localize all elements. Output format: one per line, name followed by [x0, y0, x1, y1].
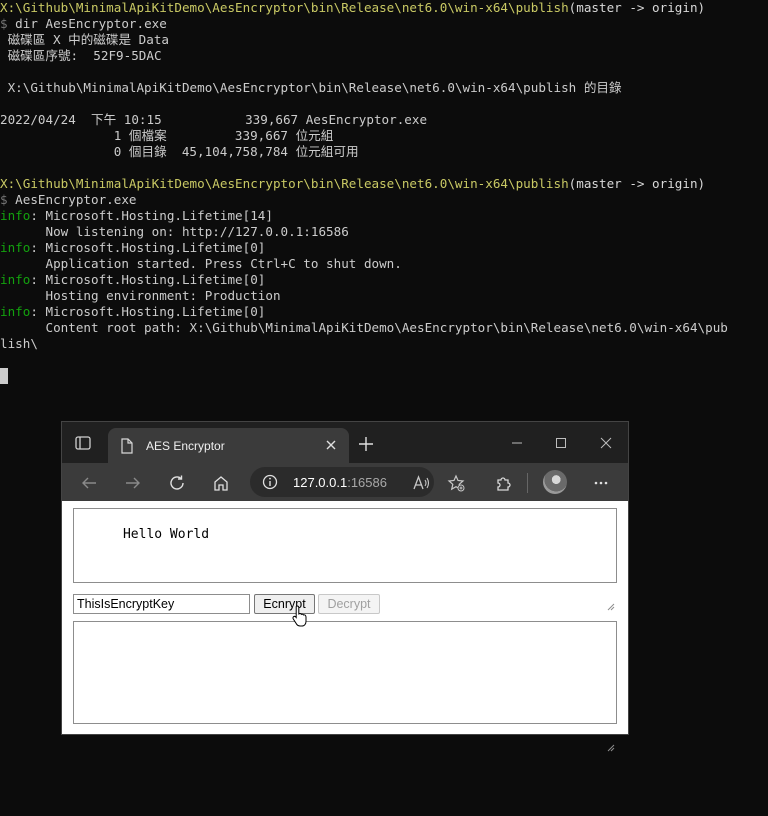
log-level: info — [0, 208, 31, 223]
output-textarea[interactable] — [73, 621, 617, 752]
key-input[interactable]: ThisIsEncryptKey — [73, 594, 250, 614]
address-bar[interactable]: 127.0.0.1:16586 — [250, 467, 434, 497]
terminal-path: X:\Github\MinimalApiKitDemo\AesEncryptor… — [0, 176, 569, 191]
back-icon[interactable] — [80, 474, 98, 492]
maximize-icon[interactable] — [554, 436, 568, 450]
toolbar-separator — [527, 473, 528, 493]
terminal-path: X:\Github\MinimalApiKitDemo\AesEncryptor… — [0, 0, 569, 15]
window-close-icon[interactable] — [599, 436, 613, 450]
address-port: :16586 — [347, 475, 387, 490]
log-line: Hosting environment: Production — [0, 288, 281, 303]
resize-grip-icon[interactable] — [607, 714, 615, 752]
decrypt-button[interactable]: Decrypt — [318, 594, 380, 614]
command: dir AesEncryptor.exe — [7, 16, 167, 31]
log-level: info — [0, 304, 31, 319]
log-line: : Microsoft.Hosting.Lifetime[0] — [30, 304, 266, 319]
forward-icon[interactable] — [124, 474, 142, 492]
output-line: X:\Github\MinimalApiKitDemo\AesEncryptor… — [0, 80, 622, 95]
output-line: 1 個檔案 339,667 位元組 — [0, 128, 334, 143]
log-line: lish\ — [0, 336, 38, 351]
prompt-symbol: $ — [0, 16, 8, 31]
address-host: 127.0.0.1 — [293, 475, 348, 490]
more-icon[interactable] — [592, 474, 610, 492]
mouse-pointer-icon — [292, 605, 308, 627]
resize-grip-icon[interactable] — [607, 573, 615, 611]
log-line: : Microsoft.Hosting.Lifetime[14] — [30, 208, 273, 223]
log-level: info — [0, 240, 31, 255]
tab-title: AES Encryptor — [146, 439, 225, 453]
read-aloud-icon[interactable] — [412, 474, 430, 492]
navigation-bar: 127.0.0.1:16586 — [62, 463, 628, 501]
prompt-symbol: $ — [0, 192, 8, 207]
page-icon — [120, 438, 134, 454]
browser-window: AES Encryptor 127.0.0.1:16586 Hello Worl… — [61, 421, 629, 752]
log-level: info — [0, 272, 31, 287]
log-line: : Microsoft.Hosting.Lifetime[0] — [30, 240, 266, 255]
plus-icon[interactable] — [358, 436, 374, 452]
extensions-icon[interactable] — [495, 474, 513, 492]
avatar[interactable] — [543, 470, 567, 494]
log-line: Now listening on: http://127.0.0.1:16586 — [0, 224, 349, 239]
git-branch: (master -> origin) — [568, 0, 706, 15]
output-line: 磁碟區 X 中的磁碟是 Data — [0, 32, 169, 47]
address-url[interactable]: 127.0.0.1:16586 — [293, 475, 387, 490]
minimize-icon[interactable] — [510, 436, 524, 450]
command: AesEncryptor.exe — [7, 192, 137, 207]
browser-tab[interactable]: AES Encryptor — [108, 428, 349, 463]
refresh-icon[interactable] — [168, 474, 186, 492]
home-icon[interactable] — [212, 474, 230, 492]
terminal: X:\Github\MinimalApiKitDemo\AesEncryptor… — [0, 0, 768, 400]
favorites-icon[interactable] — [447, 474, 465, 492]
close-icon[interactable] — [323, 437, 339, 453]
plaintext-value: Hello World — [122, 527, 210, 542]
output-line: 2022/04/24 下午 10:15 339,667 AesEncryptor… — [0, 112, 428, 127]
git-branch: (master -> origin) — [568, 176, 706, 191]
page-content: Hello World ThisIsEncryptKey Ecnrypt Dec… — [62, 501, 628, 752]
log-line: Application started. Press Ctrl+C to shu… — [0, 256, 402, 271]
terminal-cursor — [0, 368, 8, 384]
tab-actions-icon[interactable] — [74, 434, 92, 452]
output-line: 0 個目錄 45,104,758,784 位元組可用 — [0, 144, 359, 159]
output-line: 磁碟區序號: 52F9-5DAC — [0, 48, 162, 63]
log-line: : Microsoft.Hosting.Lifetime[0] — [30, 272, 266, 287]
tab-bar: AES Encryptor — [62, 422, 628, 463]
info-icon[interactable] — [262, 474, 278, 490]
log-line: Content root path: X:\Github\MinimalApiK… — [0, 320, 728, 335]
plaintext-textarea[interactable]: Hello World — [73, 508, 617, 611]
